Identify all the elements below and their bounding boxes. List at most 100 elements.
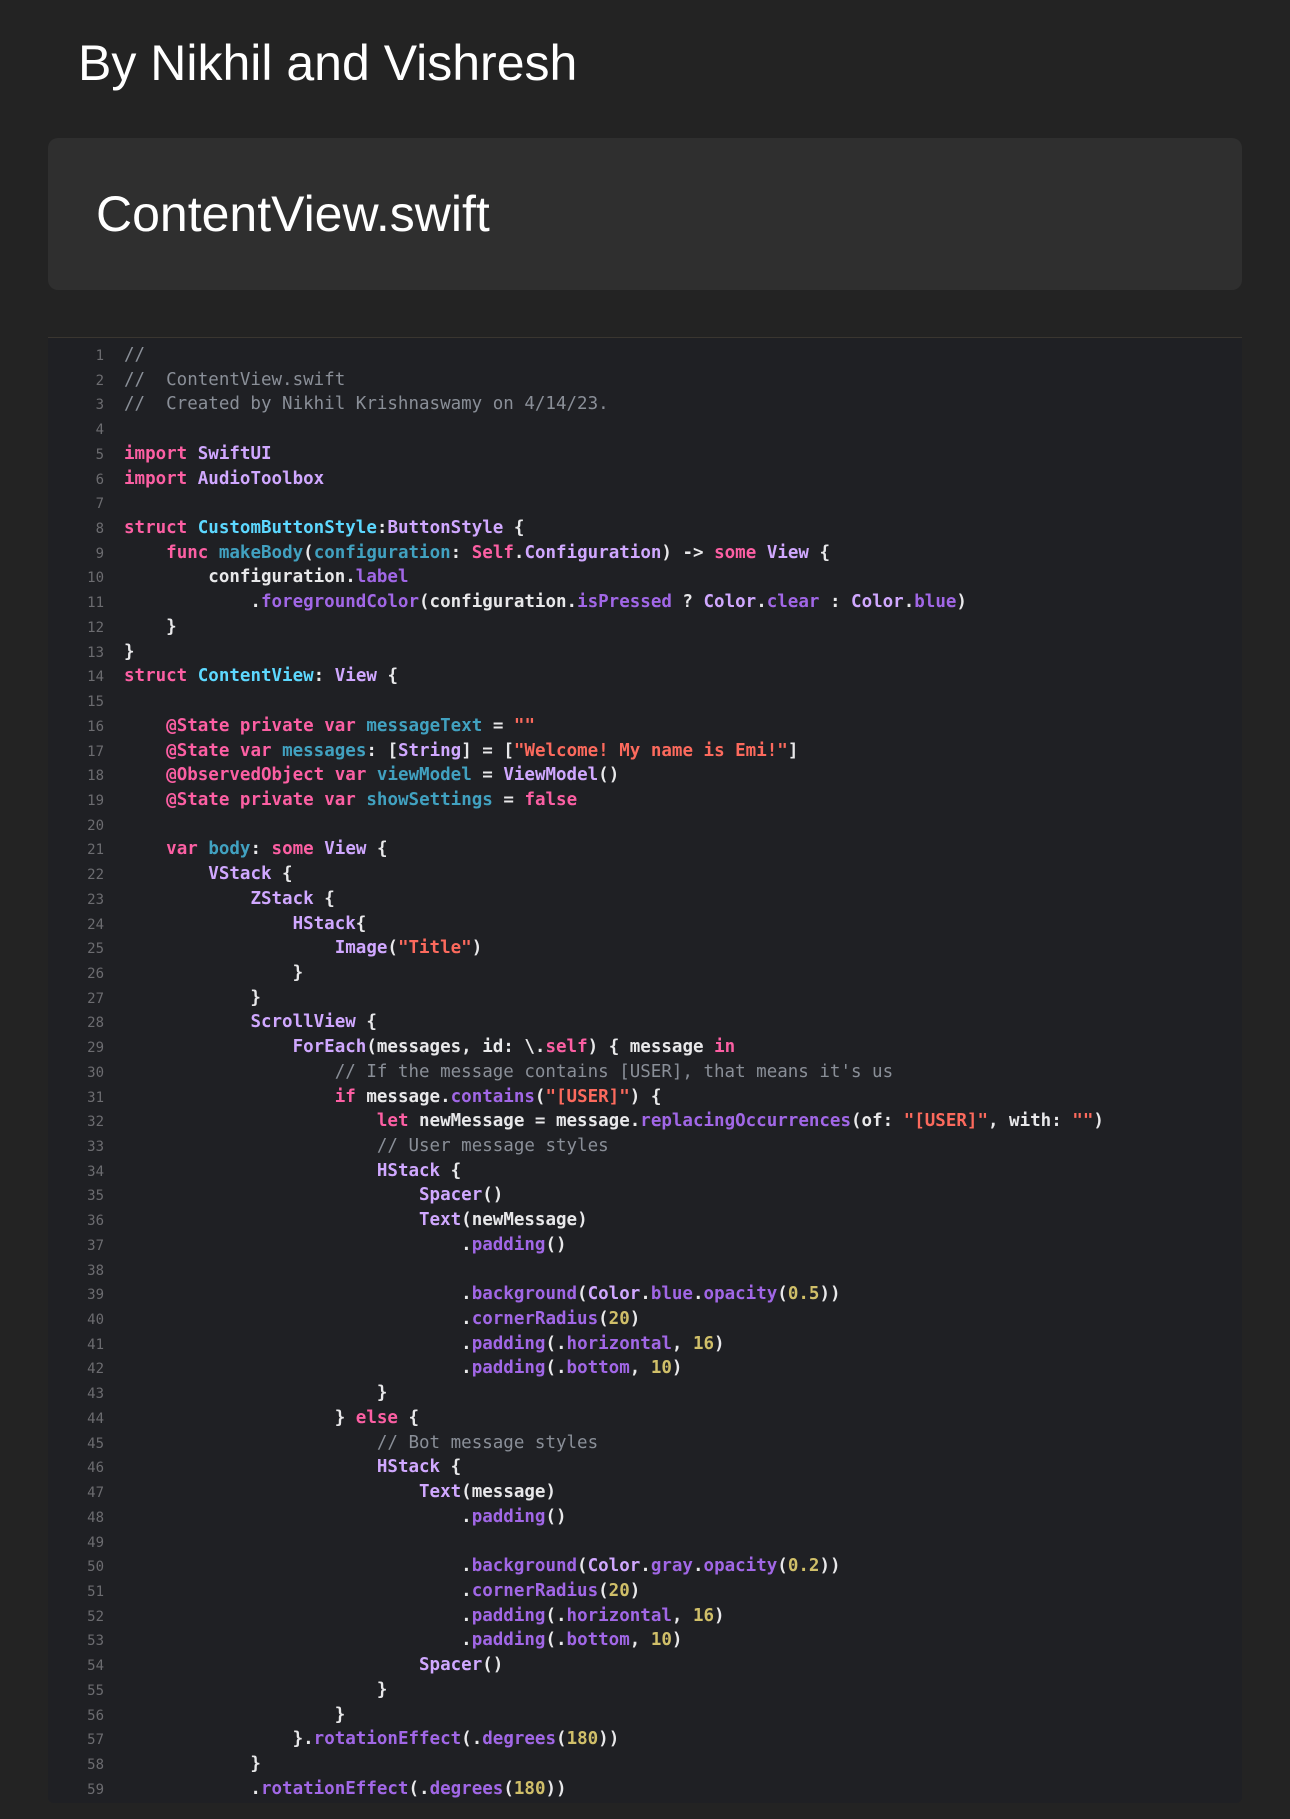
- code-line-text: .padding(.bottom, 10): [124, 1358, 683, 1379]
- code-line: 36 Text(newMessage): [48, 1208, 1104, 1233]
- code-line: 8 struct CustomButtonStyle:ButtonStyle {: [48, 516, 1104, 541]
- code-lines: 1 // 2 // ContentView.swift 3 // Created by N…: [48, 343, 1104, 1801]
- code-line-text: func makeBody(configuration: Self.Config…: [166, 542, 831, 563]
- line-number: 21: [87, 842, 104, 859]
- line-number: 6: [95, 471, 104, 488]
- line-number: 3: [95, 397, 104, 414]
- code-line-text: configuration.label: [124, 567, 409, 588]
- code-line: 15: [48, 689, 1104, 714]
- code-line-text: HStack {: [376, 1457, 462, 1478]
- code-line: 38: [48, 1258, 1104, 1283]
- line-number: 34: [87, 1163, 104, 1180]
- code-line: 59 .rotationEffect(.degrees(180)): [48, 1777, 1104, 1802]
- code-line: 49: [48, 1530, 1104, 1555]
- code-line: 39 .background(Color.blue.opacity(0.5)): [48, 1282, 1104, 1307]
- code-line: 3 // Created by Nikhil Krishnaswamy on 4/…: [48, 392, 1104, 417]
- line-number: 32: [87, 1114, 104, 1131]
- code-line: 20: [48, 813, 1104, 838]
- code-line: 12 }: [48, 615, 1104, 640]
- code-line-text: .cornerRadius(20): [124, 1309, 641, 1330]
- line-number: 55: [87, 1682, 104, 1699]
- code-line-text: @State var messages: [String] = ["Welcom…: [166, 740, 799, 761]
- line-number: 42: [87, 1361, 104, 1378]
- code-line-text: .padding(.horizontal, 16): [124, 1605, 725, 1626]
- line-number: 44: [87, 1410, 104, 1427]
- code-line: 21 var body: some View {: [48, 837, 1104, 862]
- line-number: 36: [87, 1213, 104, 1230]
- code-line: 44 } else {: [48, 1406, 1104, 1431]
- code-line-text: // ContentView.swift: [124, 369, 346, 390]
- code-line-text: @ObservedObject var viewModel = ViewMode…: [166, 765, 620, 786]
- code-line: 18 @ObservedObject var viewModel = ViewM…: [48, 763, 1104, 788]
- code-line-text: ZStack {: [250, 888, 335, 909]
- code-line: 7: [48, 491, 1104, 516]
- code-line: 26 }: [48, 961, 1104, 986]
- line-number: 45: [87, 1435, 104, 1452]
- file-title: ContentView.swift: [96, 186, 490, 242]
- code-line-text: }: [124, 1753, 261, 1774]
- code-line: 40 .cornerRadius(20): [48, 1307, 1104, 1332]
- code-line-text: import AudioToolbox: [124, 468, 325, 489]
- code-line-text: // User message styles: [376, 1136, 609, 1156]
- line-number: 9: [95, 545, 104, 562]
- code-line: 10 configuration.label: [48, 565, 1104, 590]
- code-line-text: HStack{: [292, 913, 367, 934]
- code-line: 50 .background(Color.gray.opacity(0.2)): [48, 1554, 1104, 1579]
- code-line-text: // If the message contains [USER], that …: [334, 1061, 894, 1082]
- code-line-text: let newMessage = message.replacingOccurr…: [376, 1111, 1104, 1132]
- line-number: 29: [87, 1040, 104, 1057]
- code-line-text: @State private var messageText = "": [166, 715, 535, 736]
- code-line-text: }: [124, 1679, 388, 1700]
- code-line-text: }: [124, 1383, 388, 1404]
- line-number: 1: [95, 348, 104, 364]
- line-number: 51: [87, 1583, 104, 1600]
- code-line-text: VStack {: [208, 864, 293, 885]
- code-line: 1 //: [48, 343, 1104, 368]
- code-line-text: // Created by Nikhil Krishnaswamy on 4/1…: [124, 394, 609, 415]
- line-number: 22: [87, 867, 104, 884]
- line-number: 53: [87, 1633, 104, 1650]
- code-line-text: if message.contains("[USER]") {: [334, 1086, 662, 1107]
- code-line: 19 @State private var showSettings = fal…: [48, 788, 1104, 813]
- line-number: 13: [87, 644, 104, 661]
- line-number: 38: [87, 1262, 104, 1279]
- line-number: 41: [87, 1336, 104, 1353]
- code-line: 52 .padding(.horizontal, 16): [48, 1604, 1104, 1629]
- code-line-text: .padding(.bottom, 10): [124, 1630, 683, 1651]
- code-line-text: //: [124, 345, 146, 365]
- line-number: 40: [87, 1312, 104, 1329]
- code-line: 42 .padding(.bottom, 10): [48, 1356, 1104, 1381]
- code-line-text: @State private var showSettings = false: [166, 789, 578, 810]
- code-line: 57 }.rotationEffect(.degrees(180)): [48, 1727, 1104, 1752]
- line-number: 58: [87, 1756, 104, 1773]
- code-line-text: import SwiftUI: [124, 443, 272, 464]
- code-line-text: }.rotationEffect(.degrees(180)): [124, 1729, 620, 1750]
- code-line: 24 HStack{: [48, 912, 1104, 937]
- line-number: 8: [95, 521, 104, 538]
- line-number: 14: [87, 669, 104, 686]
- line-number: 25: [87, 941, 104, 958]
- code-line-text: var body: some View {: [166, 839, 388, 860]
- line-number: 59: [87, 1781, 104, 1798]
- code-line: 37 .padding(): [48, 1233, 1104, 1258]
- line-number: 49: [87, 1534, 104, 1551]
- code-line: 31 if message.contains("[USER]") {: [48, 1085, 1104, 1110]
- code-line-text: } else {: [124, 1407, 420, 1428]
- line-number: 48: [87, 1509, 104, 1526]
- line-number: 19: [87, 792, 104, 809]
- line-number: 2: [95, 372, 104, 389]
- code-line-text: // Bot message styles: [376, 1432, 599, 1453]
- code-viewer[interactable]: 1 // 2 // ContentView.swift 3 // Created by N…: [48, 337, 1242, 1803]
- line-number: 52: [87, 1608, 104, 1625]
- line-number: 23: [87, 891, 104, 908]
- code-line-text: struct CustomButtonStyle:ButtonStyle {: [124, 518, 525, 539]
- file-title-card: ContentView.swift: [48, 138, 1242, 290]
- code-line: 17 @State var messages: [String] = ["Wel…: [48, 739, 1104, 764]
- line-number: 39: [87, 1287, 104, 1304]
- code-line: 51 .cornerRadius(20): [48, 1579, 1104, 1604]
- code-line: 28 ScrollView {: [48, 1010, 1104, 1035]
- page-byline: By Nikhil and Vishresh: [78, 35, 578, 91]
- code-line-text: }: [124, 962, 304, 983]
- code-line-text: Text(newMessage): [419, 1210, 588, 1231]
- code-line-text: .padding(): [124, 1506, 567, 1527]
